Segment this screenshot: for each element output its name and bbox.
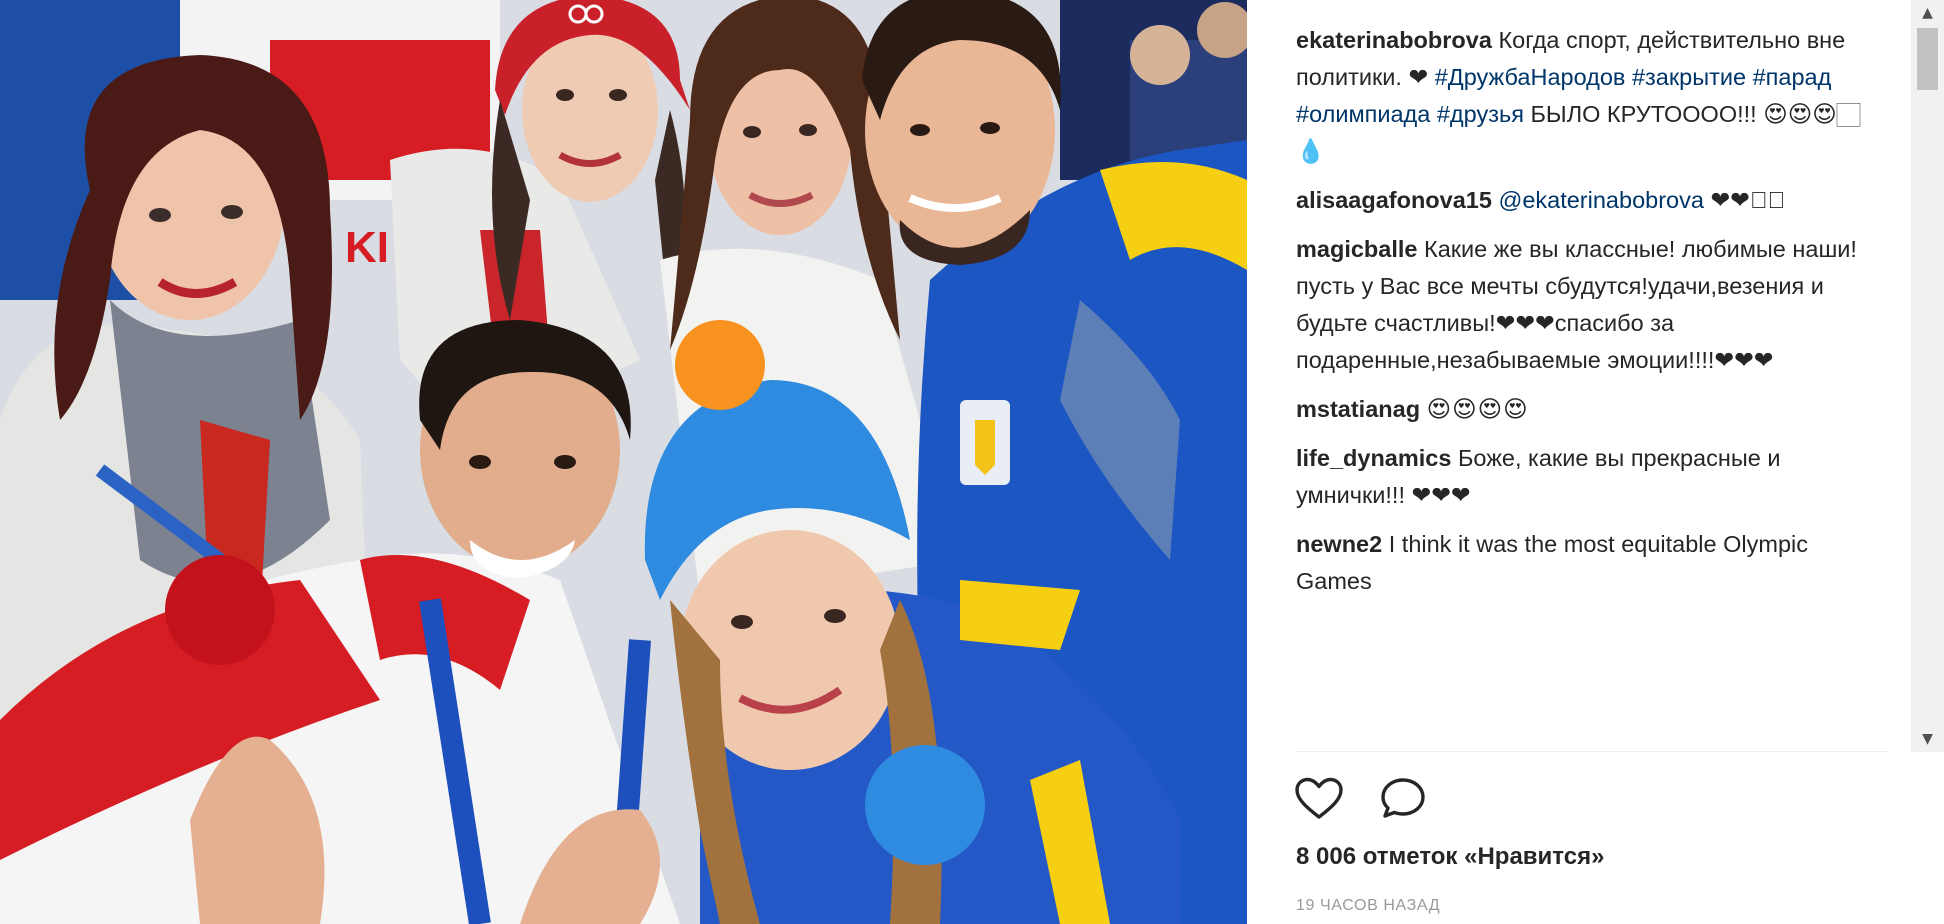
comment-username[interactable]: newne2 [1296,531,1382,557]
comment-mention[interactable]: @ekaterinabobrova [1498,187,1703,213]
comments-scrollbar[interactable]: ▲ ▼ [1911,0,1944,752]
comment-item: life_dynamics Боже, какие вы прекрасные … [1296,440,1876,514]
comment-item: mstatianag 😍😍😍😍 [1296,391,1876,428]
comment-username[interactable]: life_dynamics [1296,445,1451,471]
comment-item: newne2 I think it was the most equitable… [1296,526,1876,600]
divider [1296,751,1888,752]
comment-text: ❤❤❤🏻 [1703,187,1786,213]
group-selfie-photo: KI [0,0,1247,924]
scroll-up-arrow[interactable]: ▲ [1911,2,1944,24]
comment-button[interactable] [1376,775,1430,823]
comment-username[interactable]: ekaterinabobrova [1296,27,1492,53]
caption: ekaterinabobrova Когда спорт, действител… [1296,22,1876,170]
likes-count[interactable]: 8 006 отметок «Нравится» [1296,843,1604,871]
instagram-post: KI ekaterinabobrova Когда спорт, действи… [0,0,1944,924]
comment-username[interactable]: mstatianag [1296,396,1420,422]
post-timestamp[interactable]: 19 часов назад [1296,897,1440,915]
jacket-text: KI [345,223,389,272]
post-side-panel: ekaterinabobrova Когда спорт, действител… [1247,0,1944,924]
scroll-thumb[interactable] [1917,28,1938,90]
post-actions [1292,775,1430,823]
comment-username[interactable]: magicballe [1296,236,1417,262]
comment-username[interactable]: alisaagafonova15 [1296,187,1492,213]
post-photo[interactable]: KI [0,0,1247,924]
comment-icon [1381,778,1425,818]
comment-item: alisaagafonova15 @ekaterinabobrova ❤❤❤🏻 [1296,182,1876,219]
heart-icon [1295,777,1343,819]
scroll-down-arrow[interactable]: ▼ [1911,728,1944,750]
like-button[interactable] [1292,775,1346,823]
comment-text: 😍😍😍😍 [1426,396,1529,422]
comments-list[interactable]: ekaterinabobrova Когда спорт, действител… [1296,22,1876,750]
comment-item: magicballe Какие же вы классные! любимые… [1296,231,1876,379]
